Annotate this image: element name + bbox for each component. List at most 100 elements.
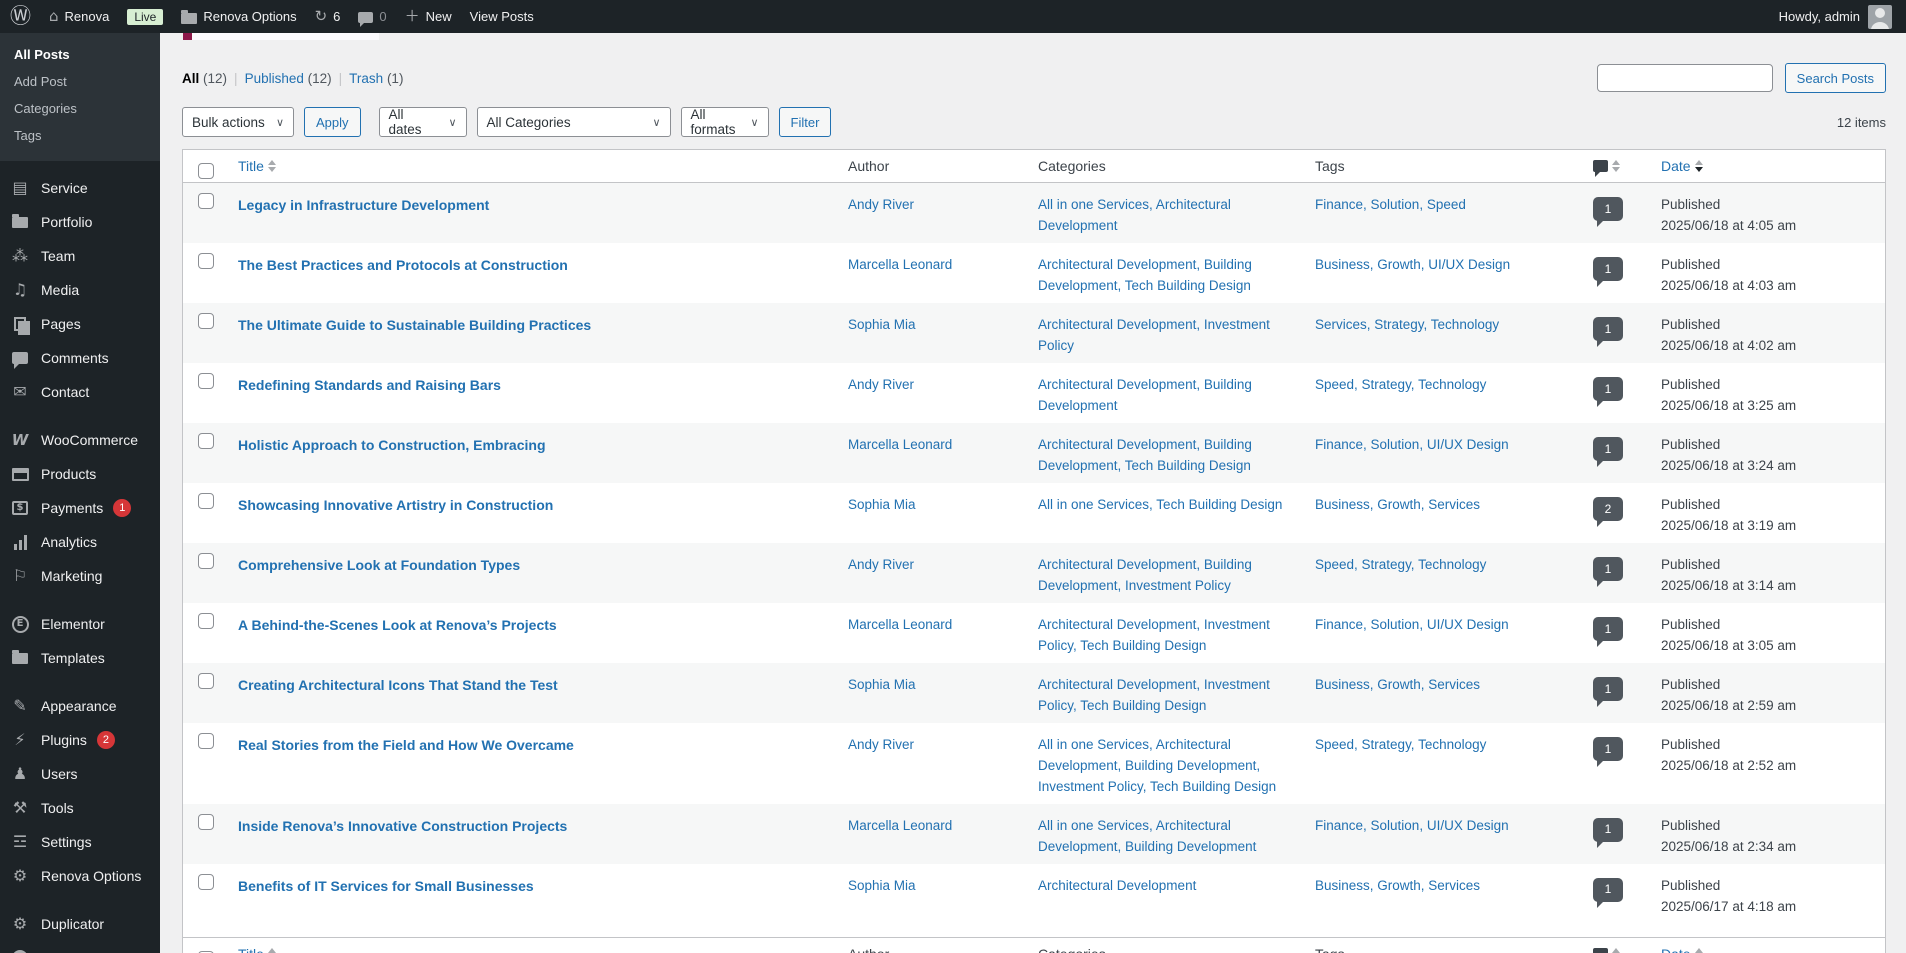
row-checkbox[interactable] [198,313,214,329]
sort-title-header[interactable]: Title [238,158,276,174]
sidebar-submenu-item-categories[interactable]: Categories [0,95,160,122]
post-title-link[interactable]: The Ultimate Guide to Sustainable Buildi… [238,317,591,333]
tag-links[interactable]: Finance, Solution, UI/UX Design [1315,818,1509,833]
tag-links[interactable]: Business, Growth, Services [1315,497,1480,512]
categories-filter-select[interactable]: All Categories ∨ [476,107,671,137]
sidebar-submenu-item-add-post[interactable]: Add Post [0,68,160,95]
sidebar-item-collapse-menu[interactable]: ◀Collapse Menu [0,941,160,953]
comment-count-bubble[interactable]: 2 [1593,497,1623,527]
comment-count-bubble[interactable]: 1 [1593,677,1623,707]
author-link[interactable]: Andy River [848,557,914,572]
sidebar-item-appearance[interactable]: ✎ Appearance [0,689,160,723]
author-link[interactable]: Andy River [848,377,914,392]
sidebar-item-woocommerce[interactable]: W WooCommerce [0,423,160,457]
post-title-link[interactable]: Inside Renova’s Innovative Construction … [238,818,567,834]
search-posts-input[interactable] [1596,64,1773,92]
sidebar-item-templates[interactable]: Templates [0,641,160,675]
row-checkbox[interactable] [198,553,214,569]
comment-count-bubble[interactable]: 1 [1593,877,1623,908]
author-link[interactable]: Andy River [848,197,914,212]
author-link[interactable]: Marcella Leonard [848,818,952,833]
tag-links[interactable]: Finance, Solution, UI/UX Design [1315,437,1509,452]
author-link[interactable]: Marcella Leonard [848,617,952,632]
row-checkbox[interactable] [198,813,214,830]
author-link[interactable]: Sophia Mia [848,878,916,893]
author-link[interactable]: Sophia Mia [848,677,916,692]
sidebar-item-service[interactable]: ▤ Service [0,171,160,205]
post-title-link[interactable]: Showcasing Innovative Artistry in Constr… [238,497,553,513]
comment-count-bubble[interactable]: 1 [1593,317,1623,347]
post-title-link[interactable]: The Best Practices and Protocols at Cons… [238,257,568,273]
sidebar-item-settings[interactable]: ☲ Settings [0,825,160,859]
row-checkbox[interactable] [198,873,214,890]
author-link[interactable]: Andy River [848,737,914,752]
row-checkbox[interactable] [198,733,214,749]
sidebar-item-marketing[interactable]: ⚐ Marketing [0,559,160,593]
category-links[interactable]: All in one Services, Architectural Devel… [1038,737,1276,794]
author-link[interactable]: Sophia Mia [848,317,916,332]
row-checkbox[interactable] [198,253,214,269]
post-title-link[interactable]: Holistic Approach to Construction, Embra… [238,437,546,453]
category-links[interactable]: Architectural Development, Building Deve… [1038,557,1252,593]
post-title-link[interactable]: Redefining Standards and Raising Bars [238,377,501,393]
comment-count-bubble[interactable]: 1 [1593,197,1623,227]
comment-count-bubble[interactable]: 1 [1593,437,1623,467]
sidebar-item-users[interactable]: ♟ Users [0,757,160,791]
row-checkbox[interactable] [198,673,214,689]
sort-title-header[interactable]: Title [238,946,276,953]
new-content-link[interactable]: ＋ New [405,9,452,25]
post-title-link[interactable]: Legacy in Infrastructure Development [238,197,489,213]
site-name-link[interactable]: ⌂ Renova [49,9,109,25]
category-links[interactable]: All in one Services, Architectural Devel… [1038,818,1256,854]
category-links[interactable]: All in one Services, Architectural Devel… [1038,197,1231,233]
sidebar-item-elementor[interactable]: E Elementor [0,607,160,641]
post-title-link[interactable]: A Behind-the-Scenes Look at Renova’s Pro… [238,617,557,633]
category-links[interactable]: Architectural Development, Building Deve… [1038,437,1252,473]
sort-date-header[interactable]: Date [1661,158,1703,174]
sidebar-item-analytics[interactable]: Analytics [0,525,160,559]
tag-links[interactable]: Finance, Solution, UI/UX Design [1315,617,1509,632]
sidebar-item-plugins[interactable]: ⚡ Plugins 2 [0,723,160,757]
sort-comments-header[interactable] [1593,947,1620,953]
tag-links[interactable]: Finance, Solution, Speed [1315,197,1466,212]
comments-toolbar-link[interactable]: 0 [358,9,387,27]
sidebar-item-tools[interactable]: ⚒ Tools [0,791,160,825]
tag-links[interactable]: Business, Growth, Services [1315,878,1480,893]
row-checkbox[interactable] [198,373,214,389]
category-links[interactable]: Architectural Development [1038,878,1196,893]
row-checkbox[interactable] [198,493,214,509]
apply-button[interactable]: Apply [304,107,361,137]
formats-filter-select[interactable]: All formats ∨ [680,107,769,137]
sort-date-header[interactable]: Date [1661,946,1703,953]
category-links[interactable]: All in one Services, Tech Building Desig… [1038,497,1282,512]
view-posts-link[interactable]: View Posts [470,9,534,24]
view-published-link[interactable]: Published (12) [245,71,332,86]
bulk-actions-select[interactable]: Bulk actions ∨ [182,107,294,137]
tag-links[interactable]: Speed, Strategy, Technology [1315,737,1486,752]
tag-links[interactable]: Services, Strategy, Technology [1315,317,1499,332]
sidebar-item-duplicator[interactable]: ⚙ Duplicator [0,907,160,941]
category-links[interactable]: Architectural Development, Building Deve… [1038,377,1252,413]
row-checkbox[interactable] [198,433,214,449]
category-links[interactable]: Architectural Development, Investment Po… [1038,317,1270,353]
category-links[interactable]: Architectural Development, Investment Po… [1038,677,1270,713]
search-posts-button[interactable]: Search Posts [1784,63,1886,93]
sidebar-item-portfolio[interactable]: Portfolio [0,205,160,239]
updates-link[interactable]: ↻ 6 [315,9,341,25]
post-title-link[interactable]: Creating Architectural Icons That Stand … [238,677,558,693]
view-all-link[interactable]: All (12) [182,71,227,86]
tag-links[interactable]: Business, Growth, Services [1315,677,1480,692]
tag-links[interactable]: Speed, Strategy, Technology [1315,557,1486,572]
account-menu[interactable]: Howdy, admin [1779,4,1892,29]
sidebar-item-team[interactable]: ⁂ Team [0,239,160,273]
comment-count-bubble[interactable]: 1 [1593,817,1623,848]
post-title-link[interactable]: Benefits of IT Services for Small Busine… [238,878,534,894]
comment-count-bubble[interactable]: 1 [1593,257,1623,287]
sidebar-item-payments[interactable]: $ Payments 1 [0,491,160,525]
sort-comments-header[interactable] [1593,160,1620,177]
author-link[interactable]: Marcella Leonard [848,257,952,272]
sidebar-item-media[interactable]: ♫ Media [0,273,160,307]
wordpress-menu[interactable]: Ⓦ [10,6,31,27]
select-all-checkbox[interactable] [198,163,214,179]
sidebar-item-renova-options[interactable]: ⚙ Renova Options [0,859,160,893]
